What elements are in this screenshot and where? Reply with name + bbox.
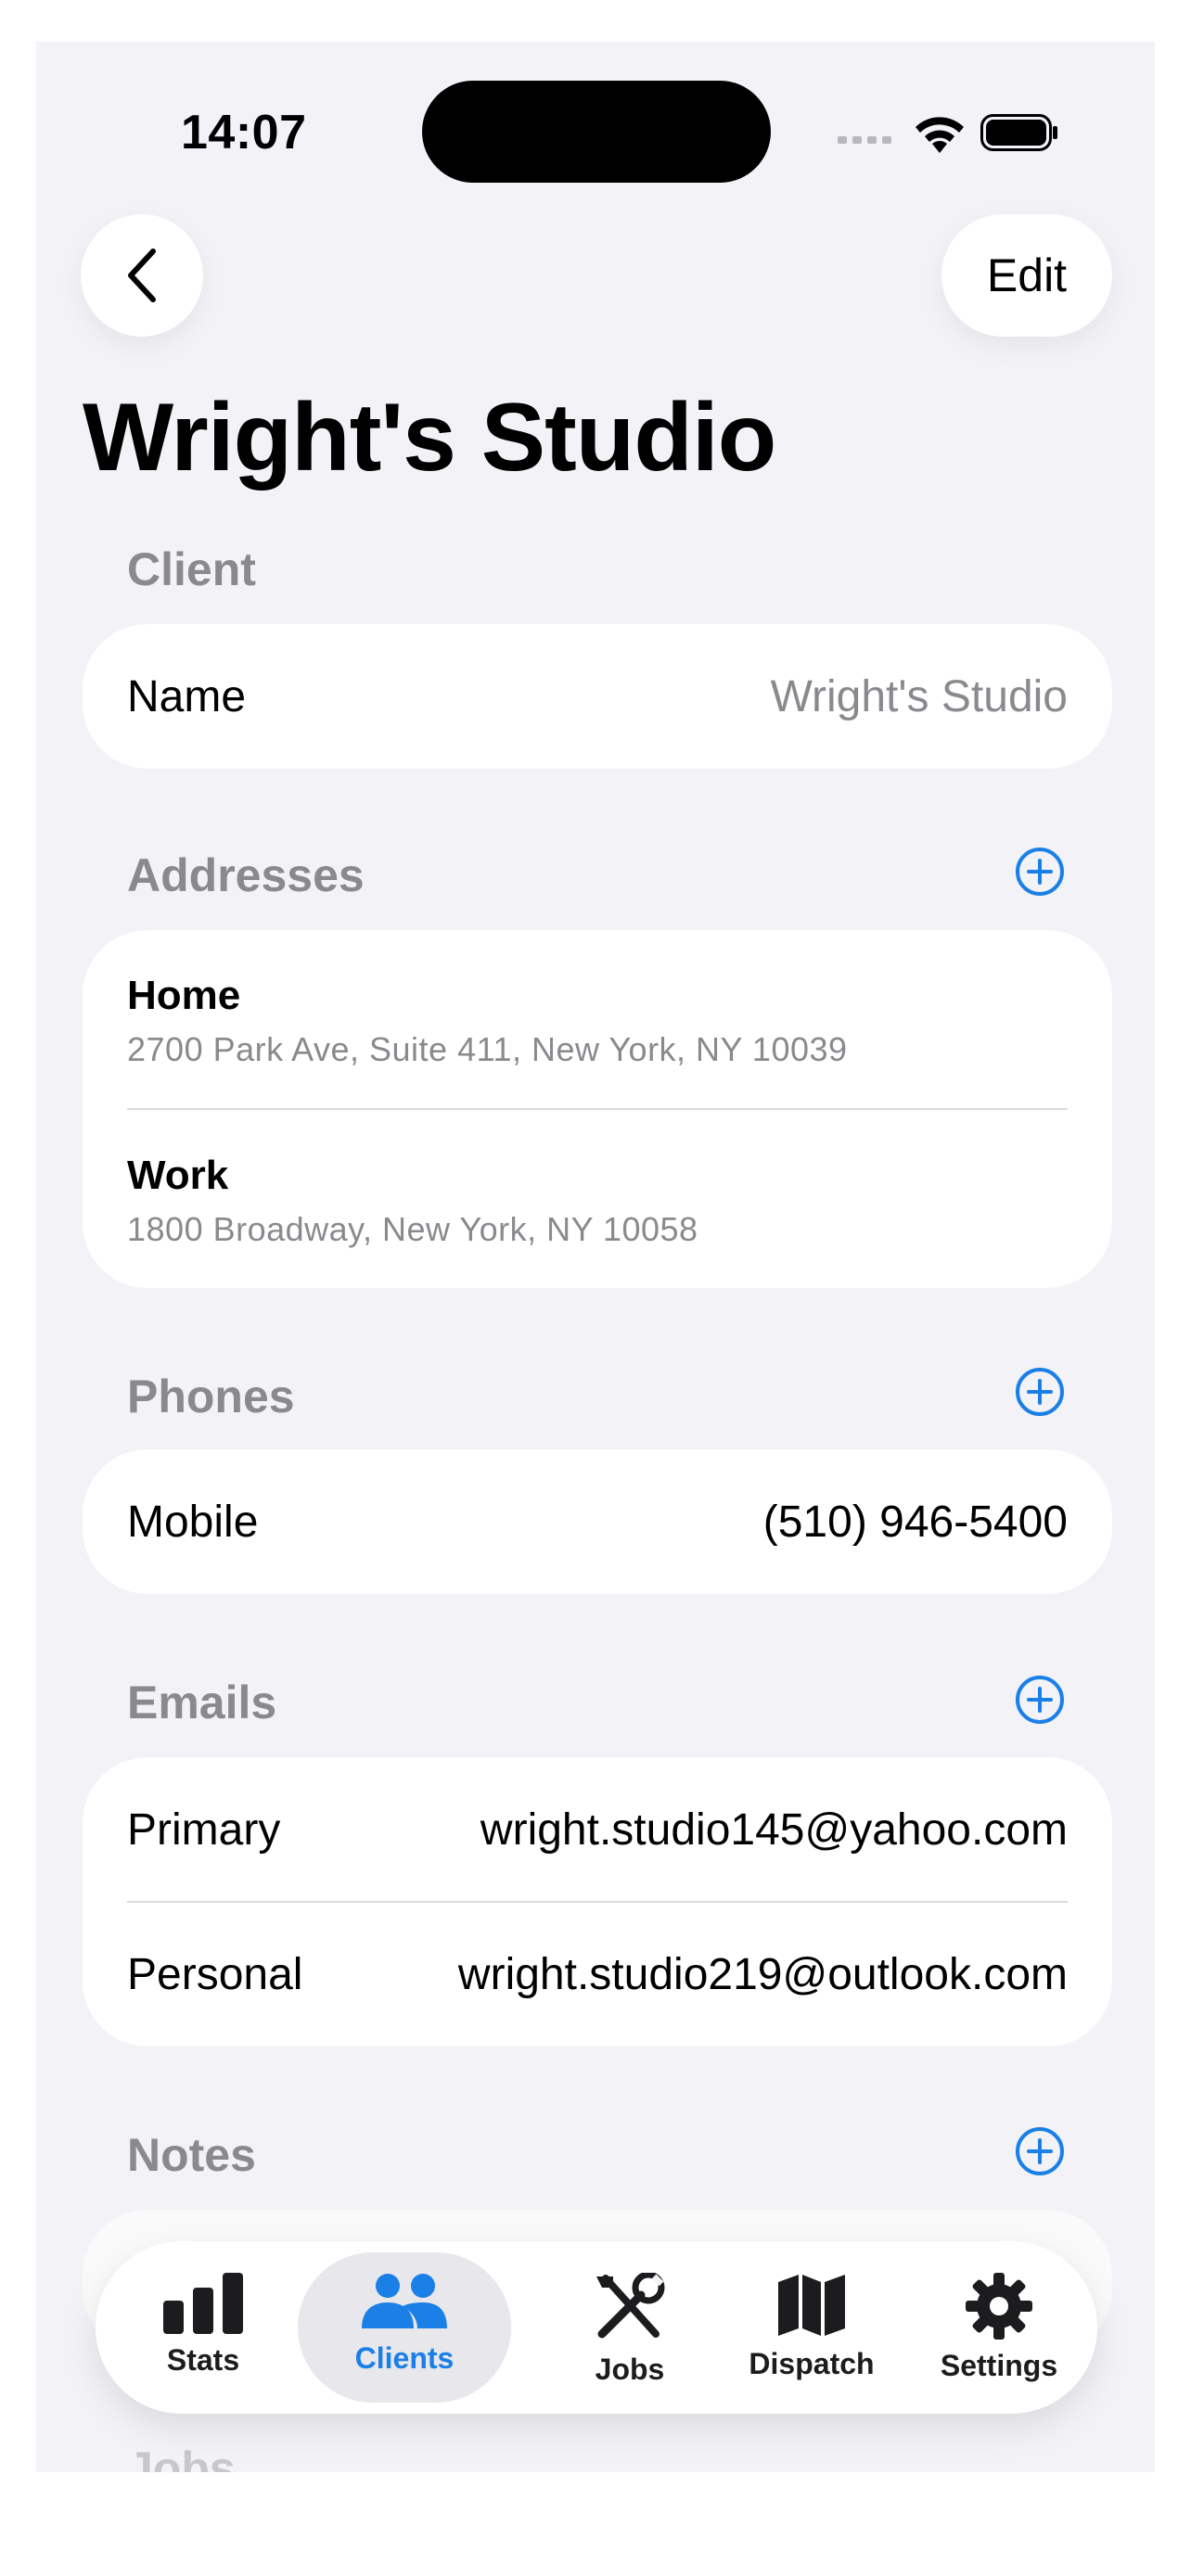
email-row-primary[interactable]: Primary wright.studio145@yahoo.com [127,1757,1068,1902]
phone-value: (510) 946-5400 [762,1497,1068,1547]
email-value: wright.studio219@outlook.com [457,1949,1068,1999]
screen: 14:07 Edit Wright's Studio Client Name W… [36,42,1155,2472]
tab-label: Stats [166,2343,240,2377]
add-phone-icon[interactable] [1014,1366,1066,1418]
dynamic-island [422,81,771,183]
bar-chart-icon [163,2273,243,2334]
phones-card: Mobile (510) 946-5400 [83,1449,1112,1594]
page-title: Wright's Studio [83,384,776,491]
addresses-card: Home 2700 Park Ave, Suite 411, New York,… [83,930,1112,1288]
add-email-icon[interactable] [1014,1674,1066,1726]
tab-label: Settings [940,2349,1058,2382]
phone-row-mobile[interactable]: Mobile (510) 946-5400 [127,1449,1068,1594]
section-header-jobs: Jobs [127,2442,236,2472]
edit-button[interactable]: Edit [941,214,1112,337]
section-header-emails: Emails [127,1677,277,1728]
divider [127,1108,1068,1110]
map-icon [778,2275,845,2336]
cellular-signal-icon [838,136,893,144]
email-label: Personal [127,1949,303,1999]
address-text: 2700 Park Ave, Suite 411, New York, NY 1… [127,1030,848,1068]
wifi-icon [916,117,964,153]
section-header-notes: Notes [127,2129,256,2181]
gear-icon [966,2273,1032,2340]
email-label: Primary [127,1804,281,1855]
back-button[interactable] [81,214,203,337]
emails-card: Primary wright.studio145@yahoo.com Perso… [83,1757,1112,2047]
chevron-left-icon [128,249,156,302]
name-row[interactable]: Name Wright's Studio [127,624,1068,769]
tab-clients[interactable]: Clients [298,2241,511,2414]
email-row-personal[interactable]: Personal wright.studio219@outlook.com [127,1902,1068,2047]
tab-jobs[interactable]: Jobs [576,2241,684,2414]
name-value: Wright's Studio [770,671,1068,721]
client-card: Name Wright's Studio [83,624,1112,769]
add-address-icon[interactable] [1014,846,1066,898]
section-header-addresses: Addresses [127,849,365,901]
name-label: Name [127,671,247,721]
tab-settings[interactable]: Settings [938,2241,1060,2414]
email-value: wright.studio145@yahoo.com [480,1804,1068,1855]
tab-stats[interactable]: Stats [149,2241,257,2414]
battery-icon [980,114,1057,151]
phone-label: Mobile [127,1497,259,1547]
tab-dispatch[interactable]: Dispatch [745,2241,878,2414]
tab-bar: Stats Clients Jobs Dispatch Settings [96,2241,1097,2414]
status-time: 14:07 [181,106,307,159]
address-label: Work [127,1153,229,1198]
people-icon [362,2274,447,2328]
add-note-icon[interactable] [1014,2125,1066,2177]
section-header-phones: Phones [127,1371,295,1422]
tools-icon [596,2273,665,2339]
tab-label: Jobs [595,2353,665,2386]
tab-label: Dispatch [749,2347,875,2380]
address-label: Home [127,973,241,1018]
section-header-client: Client [127,543,256,595]
address-text: 1800 Broadway, New York, NY 10058 [127,1210,698,1248]
tab-label: Clients [354,2341,455,2375]
